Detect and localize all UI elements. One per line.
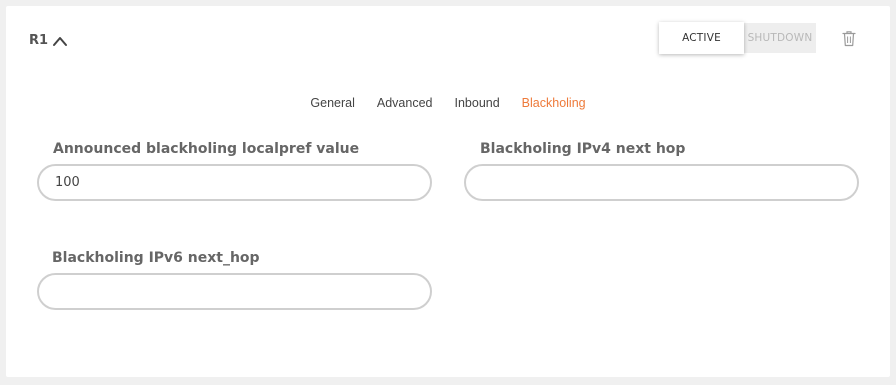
tab-bar: General Advanced Inbound Blackholing [6, 96, 890, 110]
tab-inbound[interactable]: Inbound [454, 96, 499, 110]
tab-blackholing[interactable]: Blackholing [522, 96, 586, 110]
router-card: R1 ACTIVE SHUTDOWN General Advanced Inbo… [6, 6, 890, 377]
tab-advanced[interactable]: Advanced [377, 96, 433, 110]
shutdown-button[interactable]: SHUTDOWN [744, 23, 816, 53]
active-button[interactable]: ACTIVE [659, 22, 744, 54]
chevron-up-icon[interactable] [52, 35, 68, 47]
router-name: R1 [29, 33, 49, 48]
localpref-input[interactable] [37, 164, 432, 201]
ipv6-next-hop-input[interactable] [37, 273, 432, 310]
router-header-toggle[interactable]: R1 [29, 33, 68, 48]
ipv4-next-hop-label: Blackholing IPv4 next hop [480, 141, 686, 157]
tab-general[interactable]: General [310, 96, 354, 110]
ipv6-next-hop-label: Blackholing IPv6 next_hop [52, 250, 260, 266]
ipv4-next-hop-input[interactable] [464, 164, 859, 201]
router-state-toggle: ACTIVE SHUTDOWN [659, 22, 816, 54]
localpref-label: Announced blackholing localpref value [53, 141, 360, 157]
trash-icon[interactable] [842, 30, 856, 47]
